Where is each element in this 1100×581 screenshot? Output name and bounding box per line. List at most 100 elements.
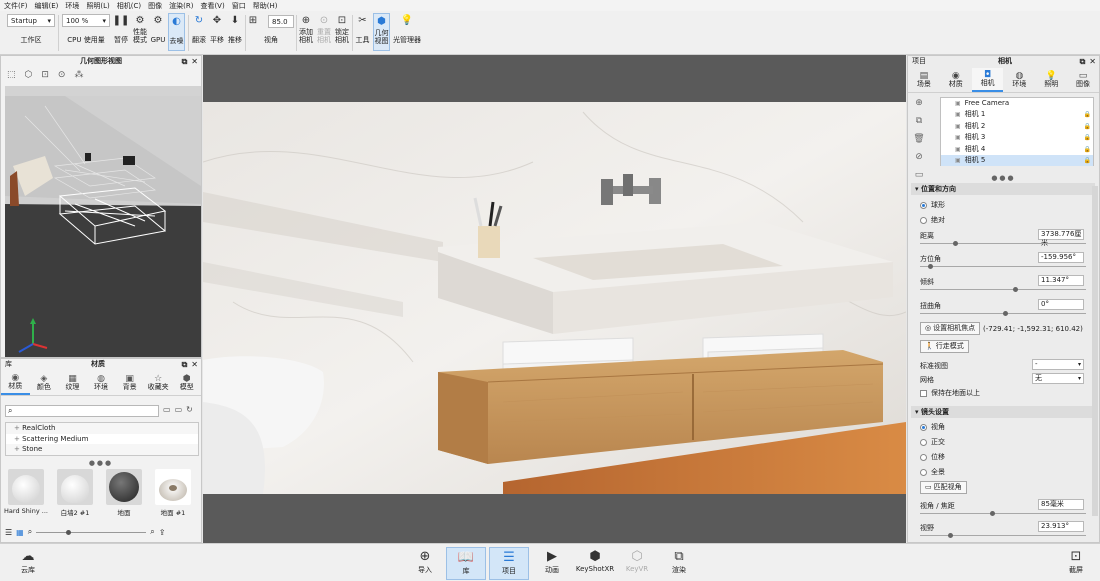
fov-input[interactable]: 85.0 [268,15,294,28]
undock-icon[interactable]: ⧉ [182,56,188,67]
tab-favorites[interactable]: ☆ 收藏夹 [144,370,173,395]
tab-lighting[interactable]: 💡 照明 [1035,68,1067,92]
radio-perspective[interactable]: 视角 [920,422,945,432]
standard-view-select[interactable]: - [1032,359,1084,370]
denoise-button[interactable]: ◐ 去噪 [168,13,185,51]
incline-slider[interactable] [920,287,1086,292]
distance-input[interactable]: 3738.776厘米 [1038,229,1084,247]
camera-item[interactable]: ▣ 相机 2 🔒 [941,121,1093,132]
thumbnail-size-slider[interactable] [36,529,147,535]
cpu-usage-select[interactable]: 100 % ▾ [62,14,110,27]
lock-icon[interactable]: 🔒 [1084,109,1091,120]
duplicate-camera-icon[interactable]: ⧉ [916,116,922,126]
twist-input[interactable]: 0° [1038,299,1084,310]
keyvr-button[interactable]: ⬡ KeyVR [617,547,657,574]
incline-input[interactable]: 11.347° [1038,275,1084,286]
import-button[interactable]: ⊕ 导入 [405,547,445,575]
library-search-input[interactable]: ⌕ [5,405,159,417]
slider-knob[interactable] [989,511,995,516]
tab-material[interactable]: ◉ 材质 [1,370,30,395]
reset-icon[interactable]: ⊘ [915,152,923,162]
close-icon[interactable]: ✕ [191,56,198,67]
thumbnail-item[interactable]: 地面 #1 [152,469,194,519]
refresh-icon[interactable]: ↻ [186,405,193,414]
lock-icon[interactable]: 🔒 [1084,144,1091,155]
menu-image[interactable]: 图像 [148,1,162,11]
camera-item[interactable]: ▣ 相机 3 🔒 [941,132,1093,143]
light-manager-button[interactable]: 💡 光管理器 [392,15,422,44]
folder-icon[interactable]: ▭ [163,405,171,414]
menu-help[interactable]: 帮助(H) [253,1,278,11]
tab-environment[interactable]: ◍ 环境 [1003,68,1035,92]
slider-knob[interactable] [928,264,934,269]
camera-item[interactable]: ▣ 相机 4 🔒 [941,144,1093,155]
tab-environment[interactable]: ◍ 环境 [87,370,116,395]
performance-mode-button[interactable]: ⚙ 性能 模式 [131,15,149,44]
tree-item[interactable]: + RealCloth [6,423,198,434]
frame-icon[interactable]: ⊡ [41,70,49,80]
field-of-view-input[interactable]: 23.913° [1038,521,1084,532]
tab-texture[interactable]: ▦ 纹理 [58,370,87,395]
tab-color[interactable]: ◈ 颜色 [30,370,59,395]
menu-view[interactable]: 查看(V) [200,1,224,11]
lock-icon[interactable]: 🔒 [1084,155,1091,166]
folder-add-icon[interactable]: ▭ [175,405,183,414]
menu-camera[interactable]: 相机(C) [117,1,141,11]
screenshot-button[interactable]: ⊡ 截屏 [1056,547,1096,575]
delete-icon[interactable]: 🗑 [913,134,924,144]
nodes-icon[interactable]: ⁂ [74,70,83,80]
tab-image[interactable]: ▭ 图像 [1067,68,1099,92]
tools-button[interactable]: ✂ 工具 [354,15,371,44]
grid-view-icon[interactable]: ▦ [16,528,24,537]
camera-item-selected[interactable]: ▣ 相机 5 🔒 [941,154,1093,167]
reset-camera-button[interactable]: ⊙ 重置 相机 [316,15,332,44]
focal-length-input[interactable]: 85毫米 [1038,499,1084,510]
menu-lighting[interactable]: 照明(L) [86,1,109,11]
camera-view-icon[interactable]: ⊙ [58,70,66,80]
menu-render[interactable]: 渲染(R) [169,1,193,11]
splitter-handle[interactable]: ●●● [908,174,1099,182]
tab-model[interactable]: ⬢ 模型 [172,370,201,395]
slider-knob[interactable] [953,241,959,246]
thumbnail-item[interactable]: Hard Shiny ... [4,469,48,519]
tree-item[interactable]: + Scattering Medium [6,434,198,445]
radio-orthographic[interactable]: 正交 [920,437,945,447]
field-of-view-slider[interactable] [920,533,1086,538]
menu-window[interactable]: 窗口 [232,1,246,11]
splitter-handle[interactable]: ●●● [1,459,201,467]
distance-slider[interactable] [920,241,1086,246]
set-focus-button[interactable]: ◎ 设置相机焦点 [920,322,981,335]
slider-knob[interactable] [1003,311,1008,316]
radio-shift[interactable]: 位移 [920,452,945,462]
render-viewport[interactable] [203,55,906,543]
close-icon[interactable]: ✕ [191,359,198,370]
match-perspective-button[interactable]: ▭ 匹配视角 [920,481,967,494]
slider-knob[interactable] [948,533,954,538]
radio-spherical[interactable]: 球形 [920,200,945,210]
workspace-select[interactable]: Startup ▾ [7,14,55,27]
walk-mode-button[interactable]: 🚶 行走模式 [920,340,969,353]
azimuth-slider[interactable] [920,264,1086,269]
close-icon[interactable]: ✕ [1089,56,1096,67]
position-section-header[interactable]: ▾ 位置和方向 [911,183,1095,195]
camera-item[interactable]: ▣ 相机 1 🔒 [941,109,1093,120]
geometry-view-button[interactable]: ⬢ 几何 视图 [373,13,390,51]
keep-above-ground-checkbox[interactable]: 保持在地面以上 [920,388,980,398]
menu-file[interactable]: 文件(F) [4,1,28,11]
lock-icon[interactable]: 🔒 [1084,121,1091,132]
animation-button[interactable]: ▶ 动画 [532,547,572,575]
grid-select[interactable]: 无 [1032,373,1084,384]
azimuth-input[interactable]: -159.956° [1038,252,1084,263]
tree-item[interactable]: + Stone [6,444,198,455]
focal-length-slider[interactable] [920,511,1086,516]
radio-panorama[interactable]: 全景 [920,467,945,477]
library-button[interactable]: 📖 库 [446,547,486,580]
twist-slider[interactable] [920,311,1086,316]
shade-icon[interactable]: ⬡ [25,70,33,80]
keyshotxr-button[interactable]: ⬢ KeyShotXR [575,547,615,574]
view-cube-icon[interactable]: ⬚ [7,70,16,80]
tab-material[interactable]: ◉ 材质 [940,68,972,92]
tab-scene[interactable]: ▤ 场景 [908,68,940,92]
pan-button[interactable]: ✥ 平移 [209,15,225,44]
slider-knob[interactable] [1012,287,1018,292]
